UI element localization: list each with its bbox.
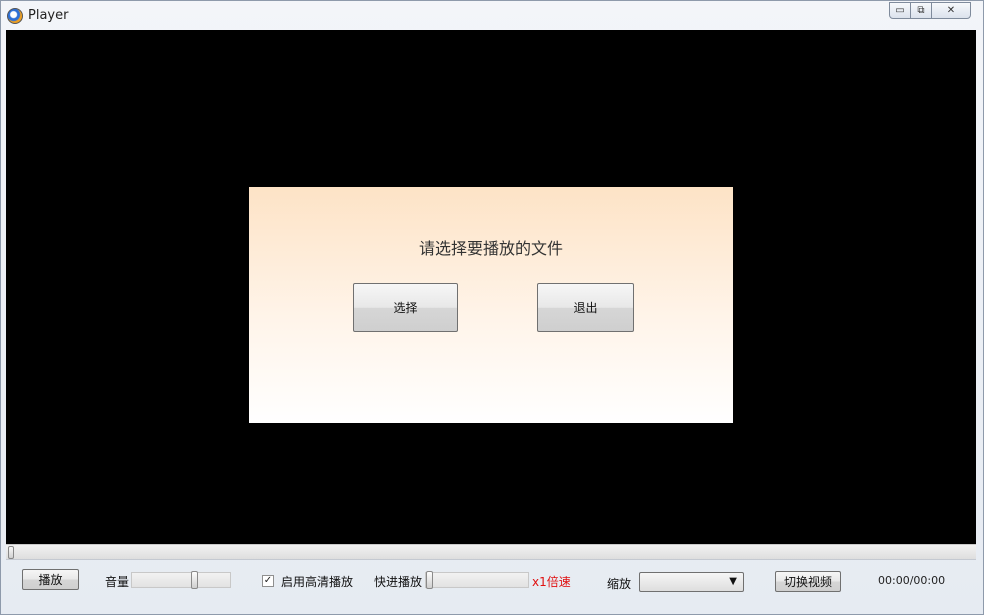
close-button[interactable]: ✕ <box>931 2 971 19</box>
maximize-button[interactable]: ⧉ <box>910 2 932 19</box>
playback-progress-bar[interactable] <box>6 544 976 560</box>
zoom-select[interactable]: ▼ <box>639 572 744 592</box>
minimize-button[interactable]: ▭ <box>889 2 911 19</box>
volume-label: 音量 <box>105 575 130 589</box>
zoom-label: 缩放 <box>607 577 632 591</box>
hd-checkbox[interactable]: ✓ <box>262 575 274 587</box>
video-area[interactable]: 请选择要播放的文件 选择 退出 <box>6 30 976 544</box>
close-icon: ✕ <box>946 5 956 16</box>
hd-label: 启用高清播放 <box>281 575 354 589</box>
volume-slider[interactable] <box>131 571 231 589</box>
app-icon <box>7 8 23 24</box>
time-display: 00:00/00:00 <box>878 574 946 587</box>
player-window: Player ▭ ⧉ ✕ 请选择要播放的文件 选择 退出 播放 音量 ✓ 启用高… <box>0 0 984 615</box>
fast-forward-label: 快进播放 <box>374 575 423 589</box>
volume-slider-thumb[interactable] <box>191 571 198 589</box>
fast-forward-slider[interactable] <box>425 571 529 589</box>
control-bar: 播放 音量 ✓ 启用高清播放 快进播放 x1倍速 缩放 ▼ 切换视频 00:00… <box>1 560 983 610</box>
check-icon: ✓ <box>263 575 273 586</box>
title-bar[interactable]: Player ▭ ⧉ ✕ <box>1 1 983 31</box>
progress-thumb[interactable] <box>8 546 14 559</box>
exit-button[interactable]: 退出 <box>537 283 634 332</box>
window-title: Player <box>28 8 69 23</box>
minimize-icon: ▭ <box>895 5 905 16</box>
play-button[interactable]: 播放 <box>22 569 79 590</box>
switch-video-button[interactable]: 切换视频 <box>775 571 841 592</box>
file-select-dialog: 请选择要播放的文件 选择 退出 <box>249 187 733 423</box>
dropdown-arrow-icon: ▼ <box>729 576 737 587</box>
dialog-message: 请选择要播放的文件 <box>418 239 563 258</box>
maximize-icon: ⧉ <box>917 5 925 16</box>
window-controls: ▭ ⧉ ✕ <box>889 2 971 19</box>
select-file-button[interactable]: 选择 <box>353 283 458 332</box>
fast-forward-slider-thumb[interactable] <box>426 571 433 589</box>
speed-indicator: x1倍速 <box>532 575 571 589</box>
